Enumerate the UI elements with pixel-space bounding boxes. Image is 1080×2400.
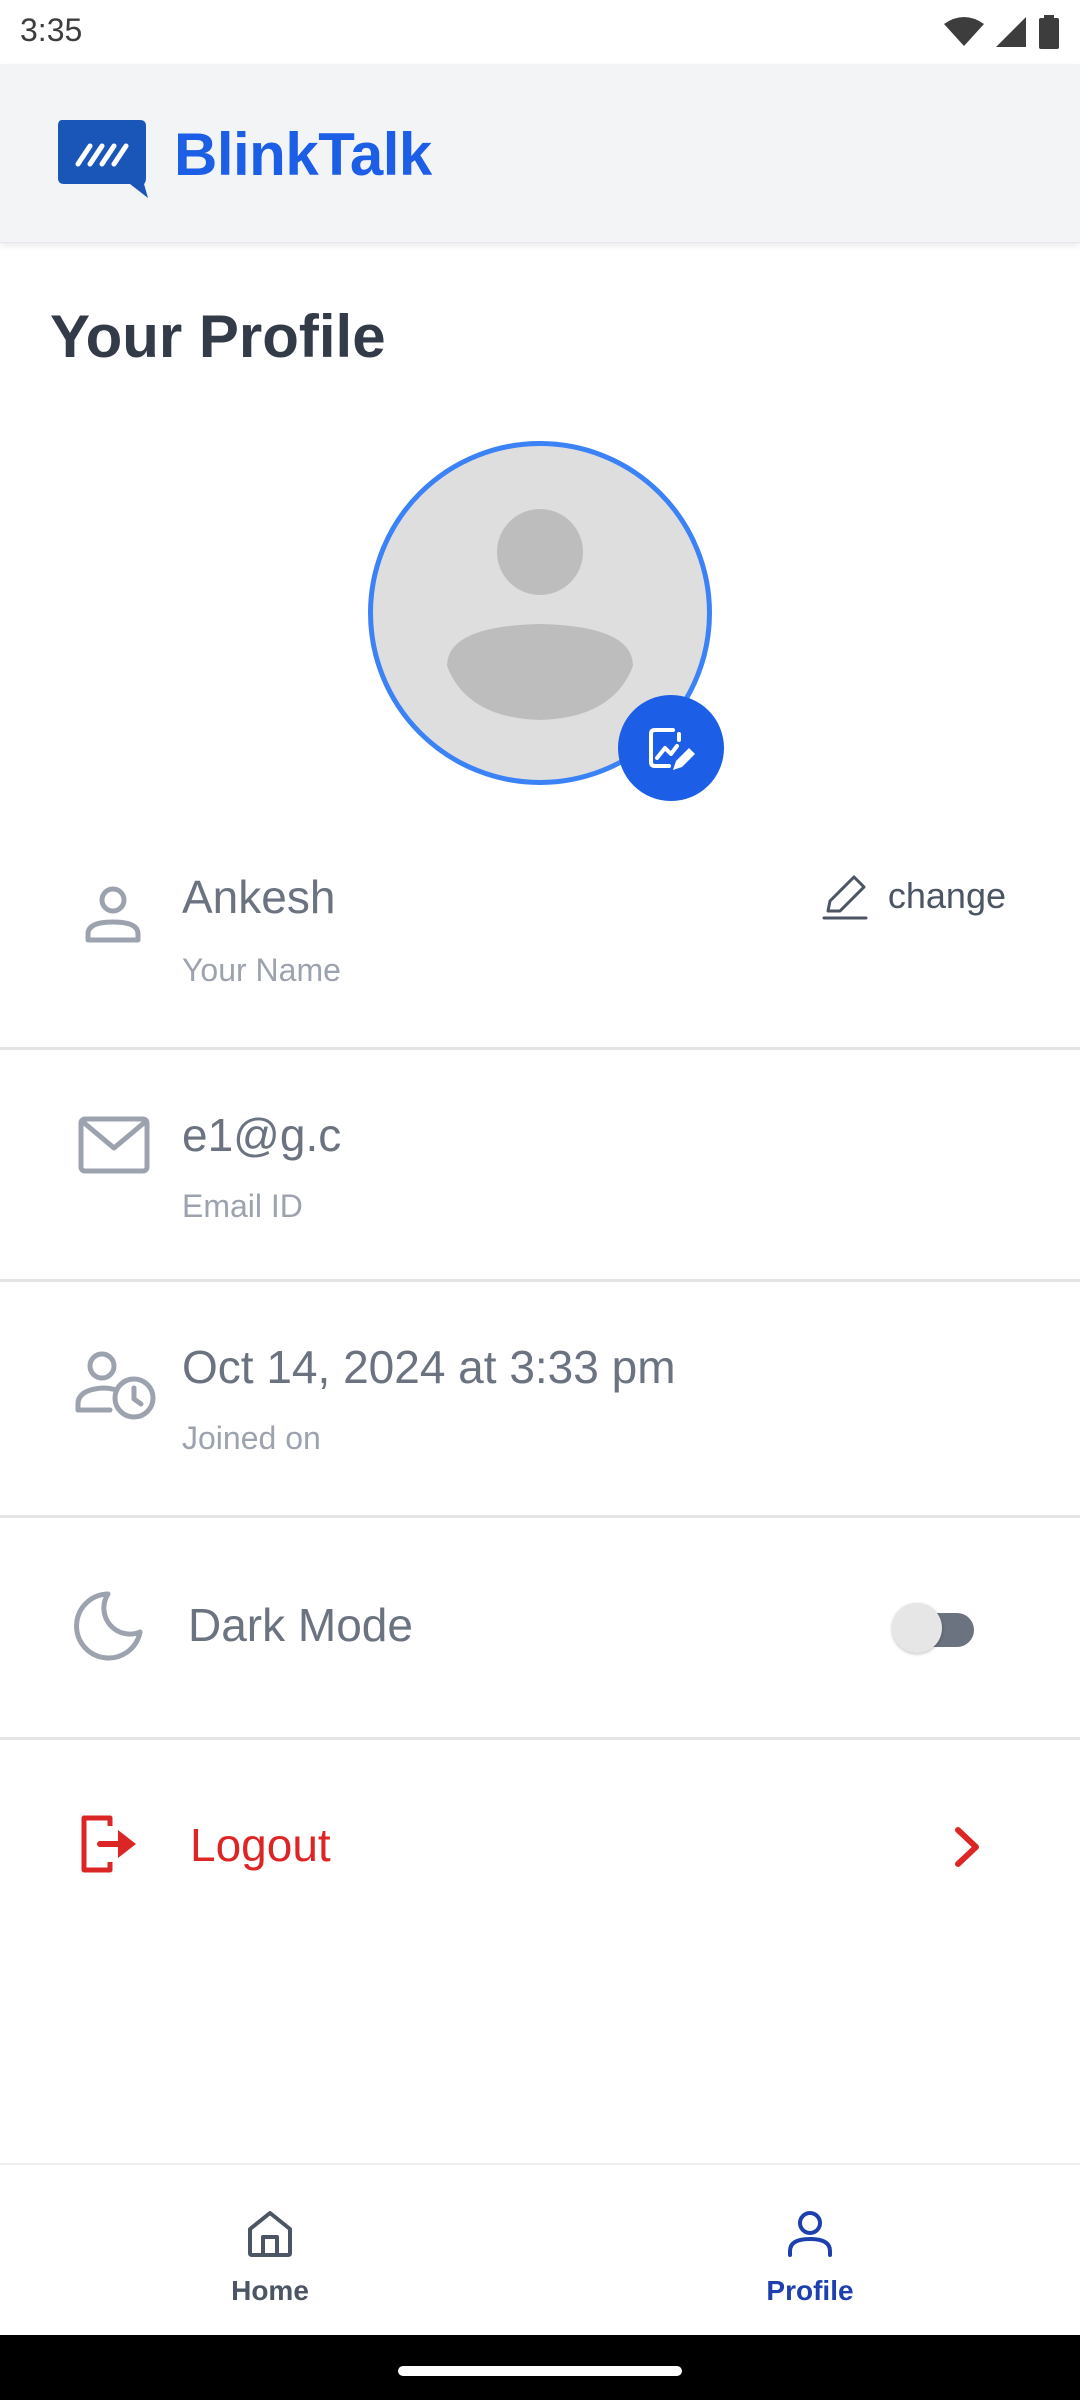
status-time: 3:35 <box>20 12 83 48</box>
blinktalk-logo-icon <box>58 120 148 198</box>
change-name-button[interactable]: change <box>820 868 1006 924</box>
joined-label: Joined on <box>182 1420 321 1456</box>
nav-label-home: Home <box>231 2275 309 2306</box>
person-icon <box>85 886 141 943</box>
name-value: Ankesh <box>182 871 336 923</box>
app-header: BlinkTalk <box>0 64 1080 243</box>
joined-value: Oct 14, 2024 at 3:33 pm <box>182 1341 676 1393</box>
nav-label-profile: Profile <box>766 2275 854 2306</box>
email-row: e1@g.c Email ID <box>0 1050 1080 1282</box>
page-title: Your Profile <box>50 303 386 370</box>
dark-mode-toggle[interactable] <box>892 1603 978 1653</box>
logout-icon <box>81 1815 136 1873</box>
nav-item-home[interactable]: Home <box>0 2165 540 2337</box>
logout-label: Logout <box>190 1819 331 1871</box>
edit-avatar-button[interactable] <box>618 695 724 801</box>
signal-icon <box>996 17 1026 47</box>
name-label: Your Name <box>182 952 341 988</box>
moon-icon <box>74 1591 143 1661</box>
joined-row: Oct 14, 2024 at 3:33 pm Joined on <box>0 1282 1080 1518</box>
email-value: e1@g.c <box>182 1109 342 1161</box>
user-clock-icon <box>75 1351 156 1420</box>
mail-icon <box>78 1116 150 1174</box>
nav-item-profile[interactable]: Profile <box>540 2165 1080 2337</box>
status-icons <box>944 12 1060 52</box>
dark-mode-label: Dark Mode <box>188 1599 413 1651</box>
logout-row[interactable]: Logout <box>0 1740 1080 1960</box>
image-edit-icon <box>649 728 695 770</box>
pencil-icon <box>822 875 868 920</box>
profile-avatar-section <box>368 441 724 801</box>
home-icon <box>248 2211 292 2257</box>
wifi-icon <box>944 17 984 46</box>
bottom-navigation: Home Profile <box>0 2163 1080 2337</box>
brand-name: BlinkTalk <box>174 121 432 188</box>
status-bar: 3:35 <box>0 0 1080 64</box>
chevron-right-icon <box>955 1827 979 1867</box>
person-icon <box>788 2211 832 2257</box>
battery-icon <box>1039 15 1059 49</box>
gesture-bar <box>0 2335 1080 2400</box>
home-gesture-pill[interactable] <box>398 2366 682 2376</box>
email-label: Email ID <box>182 1188 303 1224</box>
change-label: change <box>887 875 1006 916</box>
toggle-thumb <box>892 1603 942 1653</box>
